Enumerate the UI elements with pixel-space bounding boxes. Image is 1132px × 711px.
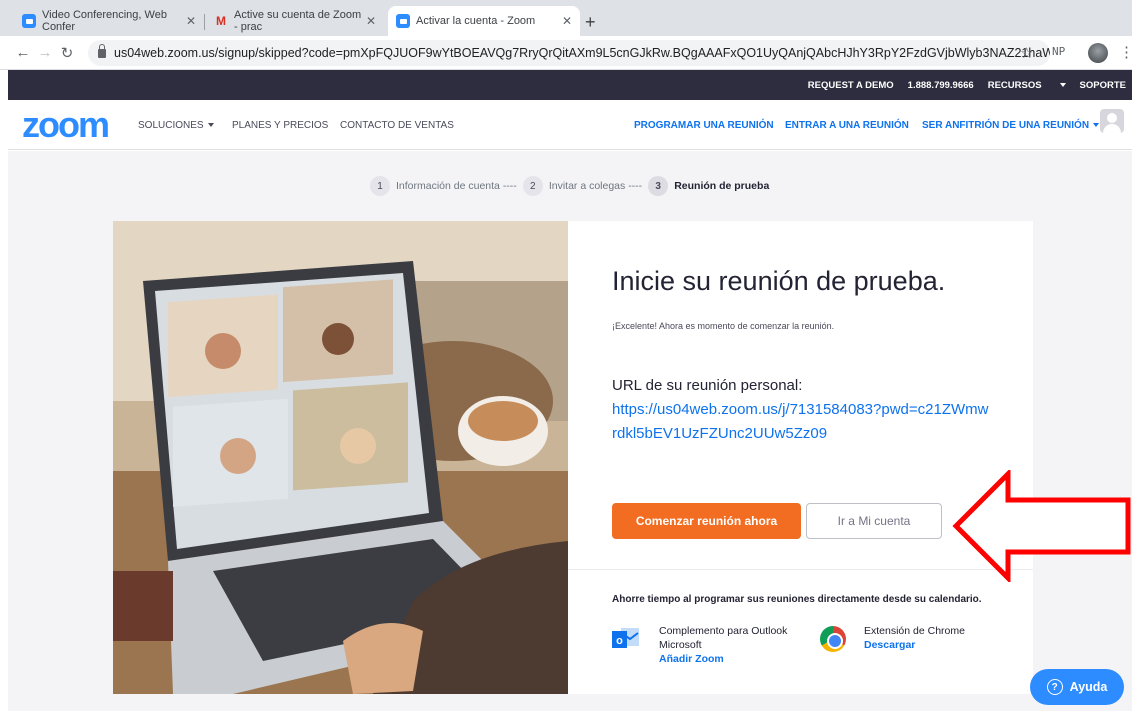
question-icon: ? bbox=[1046, 679, 1063, 695]
nav-solutions[interactable]: SOLUCIONES bbox=[138, 120, 214, 131]
lock-icon bbox=[98, 43, 106, 58]
personal-url-label: URL de su reunión personal: bbox=[612, 377, 803, 394]
chrome-title: Extensión de Chrome bbox=[864, 625, 965, 637]
outlook-icon: o bbox=[612, 628, 639, 648]
bookmark-star-icon[interactable]: ☆ bbox=[1020, 44, 1033, 62]
add-zoom-link[interactable]: Añadir Zoom bbox=[659, 652, 787, 666]
step-label: Información de cuenta ---- bbox=[396, 180, 517, 192]
nav-solutions-label: SOLUCIONES bbox=[138, 120, 204, 131]
my-account-button[interactable]: Ir a Mi cuenta bbox=[806, 503, 942, 539]
step-account-info: 1 Información de cuenta ---- bbox=[370, 176, 517, 196]
zoom-navbar: zoom SOLUCIONES PLANES Y PRECIOS CONTACT… bbox=[8, 100, 1132, 150]
nav-schedule-meeting[interactable]: PROGRAMAR UNA REUNIÓN bbox=[634, 120, 774, 131]
step-number: 1 bbox=[370, 176, 390, 196]
resources-menu[interactable]: RECURSOS bbox=[988, 80, 1066, 91]
page-title: Inicie su reunión de prueba. bbox=[612, 266, 946, 296]
address-bar[interactable]: us04web.zoom.us/signup/skipped?code=pmXp… bbox=[88, 40, 1050, 66]
browser-tab[interactable]: M Active su cuenta de Zoom - prac ✕ bbox=[206, 6, 384, 36]
browser-toolbar: ← → ↻ us04web.zoom.us/signup/skipped?cod… bbox=[0, 36, 1132, 70]
help-label: Ayuda bbox=[1069, 680, 1108, 694]
download-link[interactable]: Descargar bbox=[864, 638, 965, 652]
outlook-plugin: Complemento para Outlook Microsoft Añadi… bbox=[659, 624, 787, 666]
zoom-topbar: REQUEST A DEMO 1.888.799.9666 RECURSOS S… bbox=[8, 70, 1132, 100]
zoom-icon bbox=[22, 14, 36, 28]
outlook-title: Complemento para Outlook bbox=[659, 625, 788, 637]
signup-steps: 1 Información de cuenta ---- 2 Invitar a… bbox=[370, 176, 775, 196]
support-link[interactable]: SOPORTE bbox=[1080, 80, 1126, 91]
start-meeting-button[interactable]: Comenzar reunión ahora bbox=[612, 503, 801, 539]
url-text: us04web.zoom.us/signup/skipped?code=pmXp… bbox=[114, 46, 1050, 60]
step-invite-colleagues: 2 Invitar a colegas ---- bbox=[522, 176, 643, 196]
card-subtitle: ¡Excelente! Ahora es momento de comenzar… bbox=[612, 321, 835, 331]
outlook-subtitle: Microsoft bbox=[659, 639, 702, 651]
chrome-icon bbox=[820, 626, 846, 652]
nav-sales[interactable]: CONTACTO DE VENTAS bbox=[340, 120, 454, 131]
tab-label: Video Conferencing, Web Confer bbox=[42, 9, 167, 33]
chevron-down-icon bbox=[1059, 82, 1066, 87]
step-number: 2 bbox=[522, 176, 543, 196]
laptop-illustration bbox=[113, 221, 568, 694]
tab-label: Activar la cuenta - Zoom bbox=[416, 15, 536, 27]
menu-icon[interactable]: ⋮ bbox=[1119, 43, 1132, 61]
nav-host-label: SER ANFITRIÓN DE UNA REUNIÓN bbox=[922, 120, 1090, 131]
close-icon[interactable]: ✕ bbox=[366, 14, 376, 28]
resources-label: RECURSOS bbox=[987, 79, 1042, 91]
back-icon[interactable]: ← bbox=[12, 44, 34, 61]
svg-text:o: o bbox=[616, 635, 623, 647]
gmail-icon: M bbox=[216, 14, 226, 28]
step-number: 3 bbox=[648, 176, 669, 196]
request-demo-link[interactable]: REQUEST A DEMO bbox=[808, 80, 894, 91]
user-avatar[interactable] bbox=[1100, 109, 1124, 133]
phone-link[interactable]: 1.888.799.9666 bbox=[908, 80, 974, 91]
step-label: Invitar a colegas ---- bbox=[548, 180, 643, 192]
browser-tab-active[interactable]: Activar la cuenta - Zoom ✕ bbox=[388, 6, 580, 36]
extension-label[interactable]: NP bbox=[1052, 45, 1065, 58]
chevron-down-icon bbox=[207, 123, 214, 128]
step-test-meeting: 3 Reunión de prueba bbox=[648, 176, 769, 196]
nav-host-meeting[interactable]: SER ANFITRIÓN DE UNA REUNIÓN bbox=[922, 120, 1100, 131]
red-arrow-annotation bbox=[952, 470, 1131, 582]
step-label: Reunión de prueba bbox=[674, 180, 770, 192]
chevron-down-icon bbox=[1093, 123, 1100, 128]
close-icon[interactable]: ✕ bbox=[186, 14, 196, 28]
tab-label: Active su cuenta de Zoom - prac bbox=[234, 9, 362, 33]
personal-meeting-url-link[interactable]: https://us04web.zoom.us/j/7131584083?pwd… bbox=[612, 398, 992, 446]
new-tab-button[interactable]: + bbox=[585, 12, 596, 33]
help-button[interactable]: ? Ayuda bbox=[1030, 669, 1124, 705]
laptop-meeting-photo bbox=[113, 221, 568, 694]
nav-plans[interactable]: PLANES Y PRECIOS bbox=[232, 120, 328, 131]
zoom-logo[interactable]: zoom bbox=[22, 107, 110, 143]
profile-avatar[interactable] bbox=[1088, 43, 1108, 63]
tab-divider bbox=[204, 14, 205, 30]
calendar-promo-text: Ahorre tiempo al programar sus reuniones… bbox=[612, 594, 982, 605]
nav-join-meeting[interactable]: ENTRAR A UNA REUNIÓN bbox=[785, 120, 909, 131]
zoom-icon bbox=[396, 14, 410, 28]
browser-tab[interactable]: Video Conferencing, Web Confer ✕ bbox=[14, 6, 204, 36]
close-icon[interactable]: ✕ bbox=[562, 14, 572, 28]
forward-icon[interactable]: → bbox=[34, 44, 56, 61]
browser-tabstrip: Video Conferencing, Web Confer ✕ M Activ… bbox=[0, 0, 1132, 36]
test-meeting-card: Inicie su reunión de prueba. ¡Excelente!… bbox=[568, 221, 1033, 694]
chrome-extension: Extensión de Chrome Descargar bbox=[864, 624, 965, 652]
reload-icon[interactable]: ↻ bbox=[56, 44, 78, 62]
